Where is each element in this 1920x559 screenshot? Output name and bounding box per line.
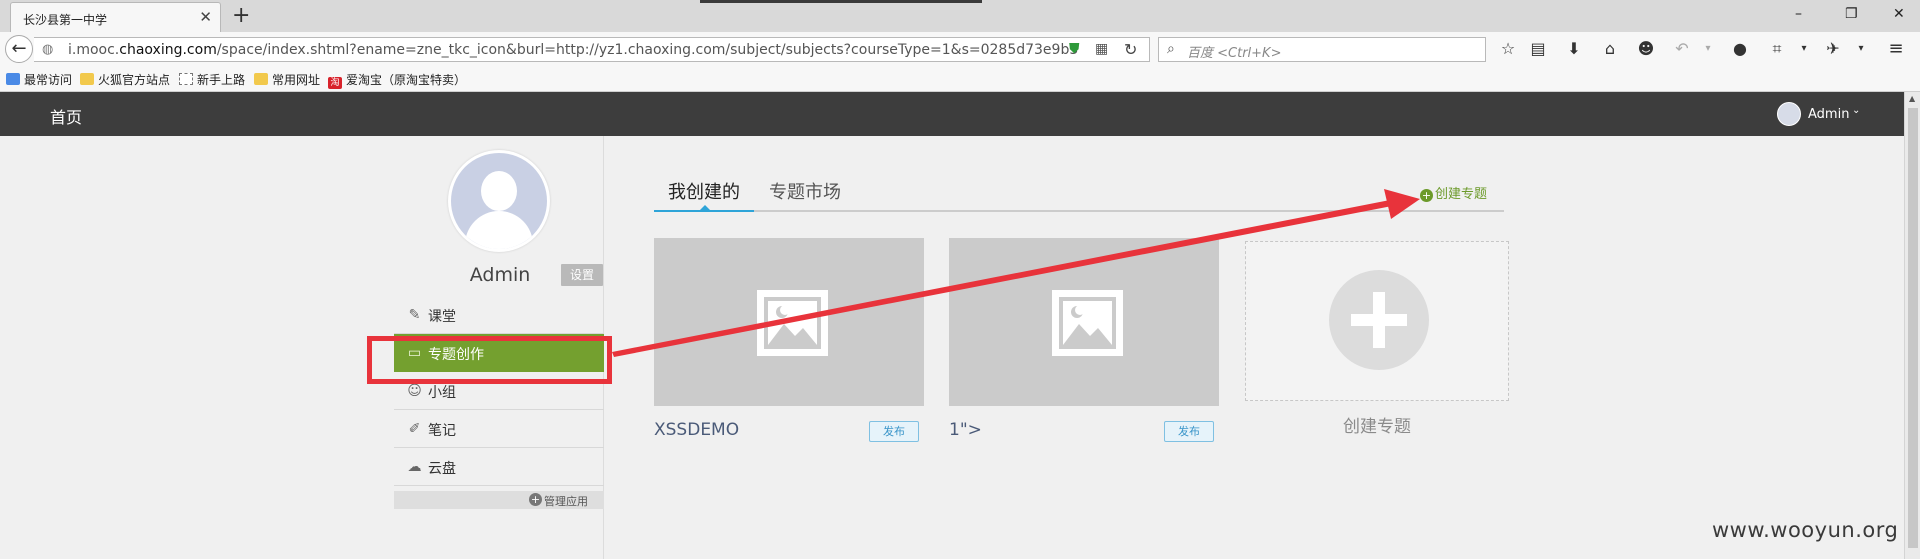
- user-avatar[interactable]: [1777, 102, 1801, 126]
- avatar-body: [465, 211, 533, 249]
- image-placeholder-icon: [1052, 290, 1123, 356]
- sidebar-item-label: 笔记: [428, 423, 456, 439]
- shield-icon[interactable]: ⛊: [1069, 41, 1080, 57]
- profile-avatar[interactable]: [448, 150, 550, 252]
- restore-icon[interactable]: ❐: [1845, 4, 1858, 24]
- extension-dropdown-icon[interactable]: ▾: [1850, 39, 1872, 59]
- title-drag-strip: [700, 0, 982, 3]
- crop-dropdown-icon[interactable]: ▾: [1793, 39, 1815, 59]
- create-topic-link-label: 创建专题: [1435, 187, 1488, 202]
- new-tab-button[interactable]: +: [232, 3, 250, 29]
- page-scrollbar[interactable]: ▲: [1904, 92, 1920, 559]
- topic-card-cover[interactable]: [949, 238, 1219, 406]
- content-tabs: 我创建的 专题市场: [654, 170, 1504, 212]
- group-icon: ☺: [407, 383, 422, 399]
- minimize-icon[interactable]: –: [1795, 4, 1802, 24]
- tab-label: 我创建的: [668, 182, 740, 203]
- tab-pointer-icon: [699, 205, 711, 211]
- home-link[interactable]: 首页: [50, 104, 82, 128]
- topic-card-cover[interactable]: [654, 238, 924, 406]
- scrollbar-thumb[interactable]: [1908, 108, 1918, 548]
- scroll-up-icon[interactable]: ▲: [1909, 94, 1915, 103]
- browser-tab-title: 长沙县第一中学: [23, 13, 108, 27]
- bookmark-most-visited[interactable]: 最常访问: [6, 71, 72, 88]
- publish-button[interactable]: 发布: [869, 421, 919, 442]
- sidebar-item-classroom[interactable]: ✎ 课堂: [394, 296, 604, 334]
- qr-code-icon[interactable]: ▦: [1095, 41, 1108, 57]
- topic-card-title[interactable]: XSSDEMO: [654, 420, 739, 440]
- bookmark-taobao[interactable]: 淘爱淘宝（原淘宝特卖）: [328, 71, 466, 89]
- tab-my-created[interactable]: 我创建的: [654, 178, 754, 212]
- user-menu-name[interactable]: Admin: [1808, 107, 1849, 122]
- manage-apps-label: 管理应用: [544, 495, 588, 508]
- hamburger-menu-icon[interactable]: ≡: [1885, 39, 1907, 59]
- close-tab-icon[interactable]: ✕: [199, 8, 212, 26]
- browser-nav-bar: ← ◍ i.mooc.chaoxing.com/space/index.shtm…: [0, 32, 1920, 66]
- plus-circle-icon: +: [529, 493, 542, 506]
- create-topic-link[interactable]: + 创建专题: [1420, 183, 1487, 202]
- star-icon[interactable]: ☆: [1497, 39, 1519, 59]
- plus-icon: [1329, 270, 1429, 370]
- smiley-icon[interactable]: ☻: [1635, 39, 1657, 59]
- note-icon: ✐: [408, 421, 421, 437]
- chevron-down-icon[interactable]: ⌄: [1852, 105, 1860, 116]
- globe-icon: ◍: [42, 42, 54, 57]
- reload-icon[interactable]: ↻: [1124, 40, 1137, 59]
- bookmark-getting-started[interactable]: 新手上路: [179, 71, 245, 88]
- folder-icon: [80, 73, 94, 85]
- topic-card-title[interactable]: 1">: [949, 420, 982, 440]
- cloud-icon: ☁: [407, 459, 422, 475]
- plus-circle-icon: +: [1420, 189, 1433, 202]
- undo-dropdown-icon[interactable]: ▾: [1697, 39, 1719, 59]
- avatar-head: [481, 171, 517, 211]
- watermark: www.wooyun.org: [1712, 518, 1899, 542]
- publish-button[interactable]: 发布: [1164, 421, 1214, 442]
- sidebar-item-label: 小组: [428, 385, 456, 401]
- undo-icon[interactable]: ↶: [1671, 39, 1693, 59]
- tab-topic-market[interactable]: 专题市场: [769, 178, 841, 212]
- download-icon[interactable]: ⬇: [1563, 39, 1585, 59]
- annotation-highlight-box: [367, 336, 612, 384]
- create-topic-card[interactable]: [1245, 241, 1509, 401]
- url-text[interactable]: i.mooc.chaoxing.com/space/index.shtml?en…: [68, 42, 1078, 58]
- sidebar-item-label: 课堂: [428, 309, 456, 325]
- bookmark-page-icon: [6, 73, 20, 85]
- blank-page-icon: [179, 73, 193, 85]
- address-bar[interactable]: ◍ i.mooc.chaoxing.com/space/index.shtml?…: [34, 37, 1150, 62]
- sidebar-item-cloud-drive[interactable]: ☁ 云盘: [394, 448, 604, 486]
- image-placeholder-icon: [757, 290, 828, 356]
- browser-tab[interactable]: 长沙县第一中学 ✕: [10, 2, 221, 32]
- settings-button[interactable]: 设置: [561, 264, 603, 286]
- back-arrow-icon[interactable]: ←: [5, 35, 33, 63]
- chat-icon[interactable]: ●: [1729, 39, 1751, 59]
- tab-label: 专题市场: [769, 182, 841, 203]
- browser-tab-bar: 长沙县第一中学 ✕ + – ❐ ✕: [0, 0, 1920, 32]
- folder-icon: [254, 73, 268, 85]
- manage-apps-button[interactable]: + 管理应用: [394, 491, 604, 509]
- crop-icon[interactable]: ⌗: [1766, 39, 1788, 59]
- create-topic-card-label[interactable]: 创建专题: [1245, 412, 1509, 437]
- window-close-icon[interactable]: ✕: [1893, 4, 1905, 24]
- sidebar-item-notes[interactable]: ✐ 笔记: [394, 410, 604, 448]
- profile-name: Admin: [469, 264, 531, 286]
- search-placeholder: 百度 <Ctrl+K>: [1187, 46, 1282, 61]
- search-box[interactable]: ⌕ 百度 <Ctrl+K>: [1158, 37, 1486, 62]
- reading-list-icon[interactable]: ▤: [1527, 39, 1549, 59]
- site-header: 首页 Admin ⌄: [0, 92, 1904, 136]
- sidebar-item-label: 云盘: [428, 461, 456, 477]
- sidebar-menu: ✎ 课堂 ▭ 专题创作 ☺ 小组 ✐ 笔记 ☁ 云盘: [394, 296, 604, 486]
- bookmarks-bar: 最常访问 火狐官方站点 新手上路 常用网址 淘爱淘宝（原淘宝特卖）: [0, 66, 1920, 92]
- classroom-icon: ✎: [408, 307, 421, 323]
- extension-icon[interactable]: ✈: [1822, 39, 1844, 59]
- taobao-icon: 淘: [328, 77, 342, 89]
- home-icon[interactable]: ⌂: [1599, 39, 1621, 59]
- search-icon: ⌕: [1167, 41, 1175, 57]
- bookmark-firefox-sites[interactable]: 火狐官方站点: [80, 71, 170, 88]
- bookmark-common-sites[interactable]: 常用网址: [254, 71, 320, 88]
